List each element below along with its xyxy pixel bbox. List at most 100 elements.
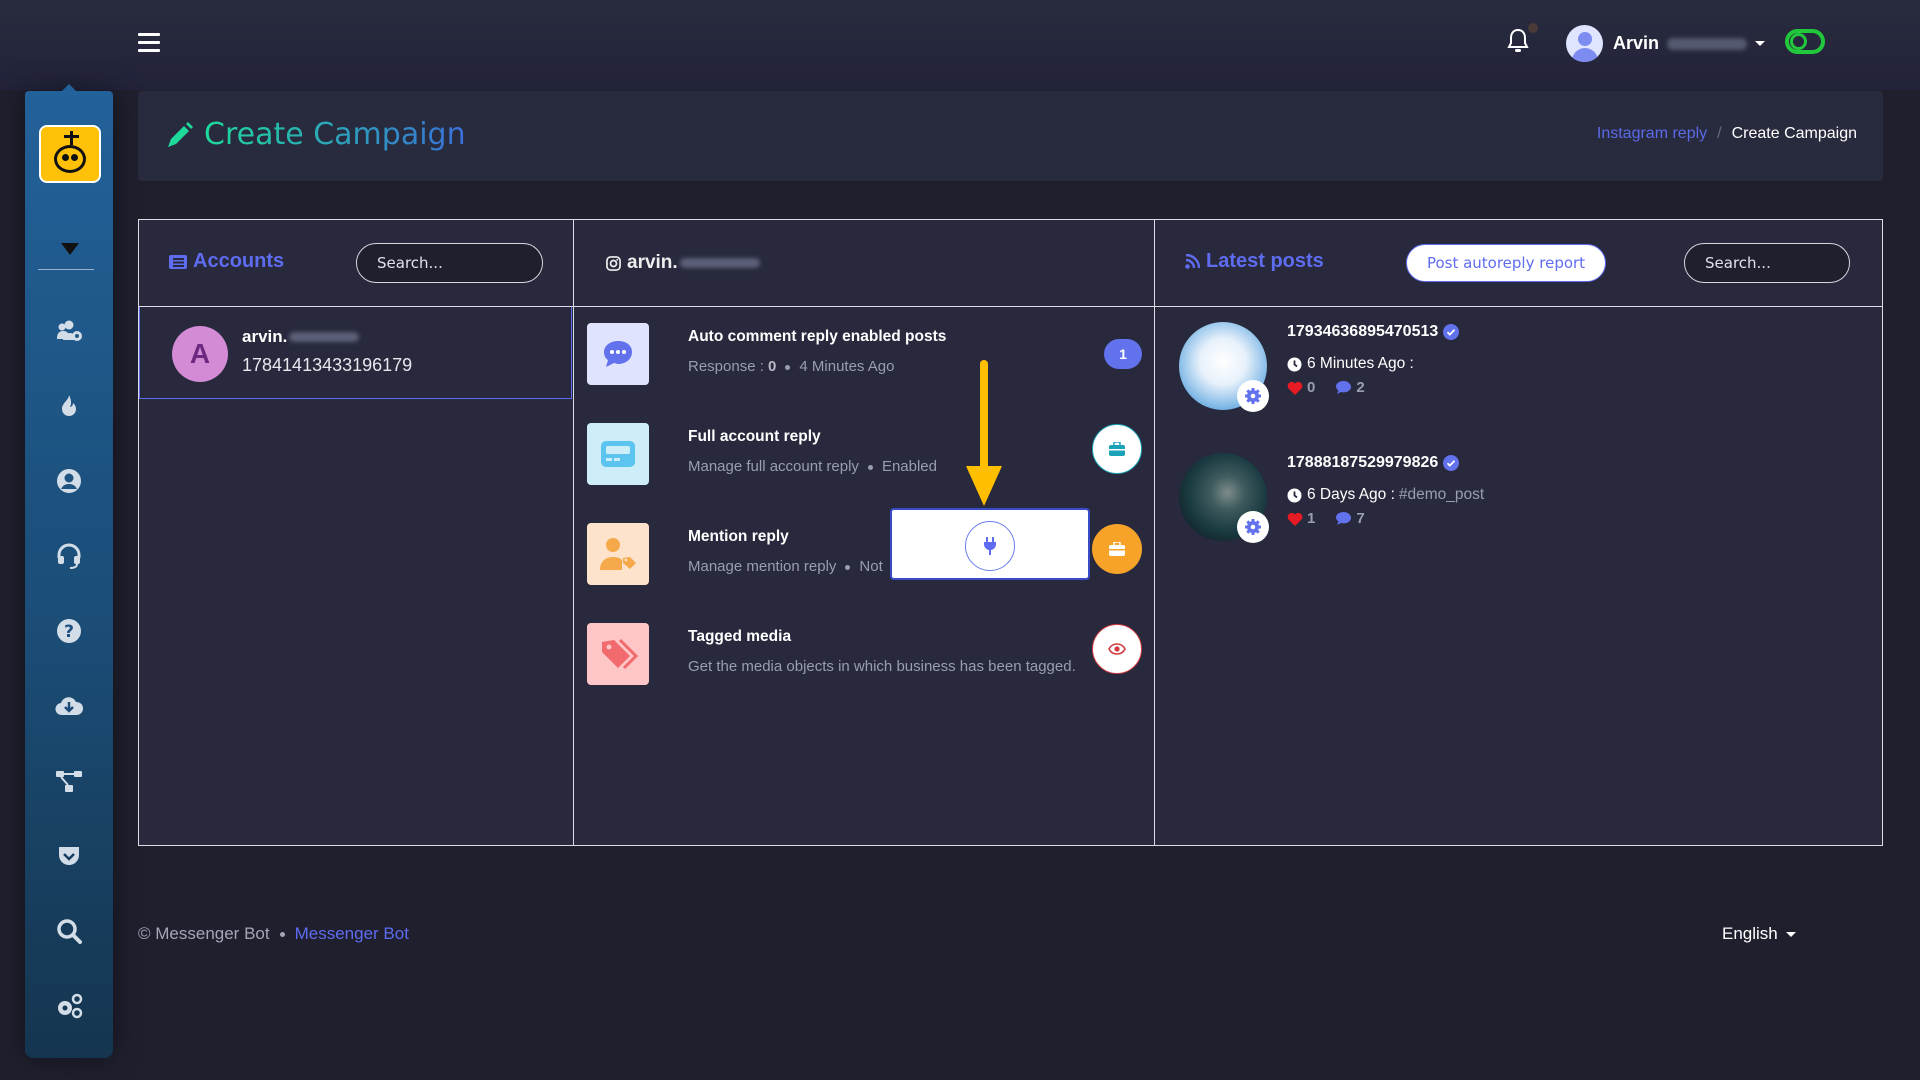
full-account-reply-action-button[interactable] <box>1092 424 1142 474</box>
like-count: 0 <box>1307 379 1316 396</box>
feature-full-account-reply[interactable]: Full account reply Manage full account r… <box>574 423 1154 503</box>
question-circle-icon: ? <box>57 619 81 643</box>
comment-icon <box>1336 512 1352 525</box>
post-time: 6 Days Ago : #demo_post <box>1287 486 1484 504</box>
comment-count: 7 <box>1356 510 1365 527</box>
post-id-text: 17888187529979826 <box>1287 454 1439 471</box>
verified-check-icon <box>1443 455 1460 471</box>
feature-tagged-media[interactable]: Tagged media Get the media objects in wh… <box>574 623 1154 703</box>
sidebar-item-fire[interactable] <box>25 386 113 426</box>
sidebar-item-support[interactable] <box>25 536 113 576</box>
logo-pointer <box>61 243 79 255</box>
sidebar-item-search[interactable] <box>25 911 113 951</box>
breadcrumb-instagram-reply[interactable]: Instagram reply <box>1597 125 1707 143</box>
sidebar-divider <box>38 269 94 270</box>
account-name-text: arvin. <box>242 327 288 346</box>
latest-posts-title: Latest posts <box>1185 250 1324 273</box>
pocket-icon <box>59 847 79 865</box>
accounts-title: Accounts <box>169 250 284 273</box>
sidebar-item-flow[interactable] <box>25 761 113 801</box>
instagram-handle-text: arvin. <box>627 252 678 273</box>
account-avatar: A <box>172 326 228 382</box>
feature-title: Tagged media <box>688 628 792 645</box>
feature-subtitle: Manage mention reply Not <box>688 558 883 575</box>
user-lastname-redacted <box>1667 37 1748 50</box>
post-item: 17934636895470513 6 Minutes Ago : 0 2 <box>1155 307 1875 417</box>
sidebar-item-profile[interactable] <box>25 461 113 501</box>
comment-count: 2 <box>1356 379 1365 396</box>
clock-icon <box>1287 357 1302 371</box>
feature-subtitle: Manage full account reply Enabled <box>688 458 937 475</box>
notification-bell-icon[interactable] <box>1506 28 1530 54</box>
post-stats: 1 7 <box>1287 510 1365 527</box>
feature-status: Not <box>859 558 883 575</box>
latest-posts-panel: Latest posts Post autoreply report 17934… <box>1154 219 1883 846</box>
tagged-media-view-button[interactable] <box>1092 624 1142 674</box>
accounts-search-input[interactable] <box>356 243 543 283</box>
posts-search-input[interactable] <box>1684 243 1850 283</box>
gear-icon <box>1245 388 1261 404</box>
post-id-text: 17934636895470513 <box>1287 323 1439 340</box>
accounts-title-text: Accounts <box>193 250 285 272</box>
footer-copyright: © Messenger Bot <box>138 924 270 943</box>
accounts-panel-header: Accounts <box>139 220 573 307</box>
sidebar-item-download[interactable] <box>25 686 113 726</box>
latest-posts-header: Latest posts Post autoreply report <box>1155 220 1882 307</box>
menu-toggle-button[interactable] <box>138 33 160 53</box>
language-selector[interactable]: English <box>1722 924 1796 944</box>
feature-title: Auto comment reply enabled posts <box>688 328 947 345</box>
footer-link[interactable]: Messenger Bot <box>295 924 409 944</box>
response-count: 0 <box>768 358 777 375</box>
connect-popup[interactable] <box>890 508 1090 580</box>
top-navbar: Arvin <box>0 0 1920 90</box>
footer: © Messenger Bot Messenger Bot <box>138 924 409 944</box>
connect-button[interactable] <box>965 521 1015 571</box>
post-time-text: 6 Minutes Ago <box>1307 355 1406 372</box>
feature-status: Enabled <box>881 458 937 475</box>
hamburger-line <box>138 33 160 36</box>
list-alt-icon <box>169 254 187 269</box>
sidebar-item-settings[interactable] <box>25 986 113 1026</box>
account-id: 17841413433196179 <box>242 355 413 375</box>
cogs-icon <box>58 993 83 1019</box>
notification-dot <box>1528 23 1538 33</box>
mention-reply-action-button[interactable] <box>1092 524 1142 574</box>
language-label: English <box>1722 924 1778 943</box>
page-header: Create Campaign Instagram reply / Create… <box>138 91 1883 181</box>
feature-auto-comment-reply[interactable]: Auto comment reply enabled posts Respons… <box>574 323 1154 403</box>
hamburger-line <box>138 49 160 52</box>
instagram-icon <box>606 255 621 271</box>
account-name-redacted <box>289 332 360 342</box>
cloud-download-icon <box>55 697 84 716</box>
sidebar-item-pocket[interactable] <box>25 836 113 876</box>
svg-text:?: ? <box>64 622 74 642</box>
user-menu[interactable]: Arvin <box>1566 25 1766 62</box>
account-list-item[interactable]: A arvin. 17841413433196179 <box>139 307 572 399</box>
user-avatar <box>1566 25 1603 62</box>
sidebar-item-help[interactable]: ? <box>25 611 113 651</box>
post-settings-button[interactable] <box>1237 511 1269 543</box>
eye-icon <box>1108 643 1126 655</box>
sidebar: ? <box>25 84 113 1058</box>
pen-icon <box>168 121 193 147</box>
user-tag-icon <box>587 523 649 585</box>
account-name: arvin. <box>242 327 360 347</box>
theme-toggle[interactable] <box>1785 29 1825 54</box>
annotation-arrow <box>980 360 988 470</box>
feature-subtitle: Get the media objects in which business … <box>688 658 1076 675</box>
plug-icon <box>984 537 996 555</box>
breadcrumb-separator: / <box>1717 125 1722 142</box>
instagram-handle: arvin. <box>606 252 760 274</box>
post-autoreply-report-button[interactable]: Post autoreply report <box>1406 244 1606 282</box>
heart-icon <box>1287 512 1303 526</box>
caret-down-icon <box>1785 931 1796 937</box>
app-logo[interactable] <box>39 125 101 183</box>
post-settings-button[interactable] <box>1237 380 1269 412</box>
response-label: Response : <box>688 358 769 375</box>
enabled-posts-count-badge[interactable]: 1 <box>1104 339 1142 369</box>
users-cog-icon <box>57 320 82 341</box>
search-icon <box>57 919 82 944</box>
sidebar-item-users[interactable] <box>25 312 113 352</box>
breadcrumb-current: Create Campaign <box>1731 125 1857 142</box>
hamburger-line <box>138 41 160 44</box>
